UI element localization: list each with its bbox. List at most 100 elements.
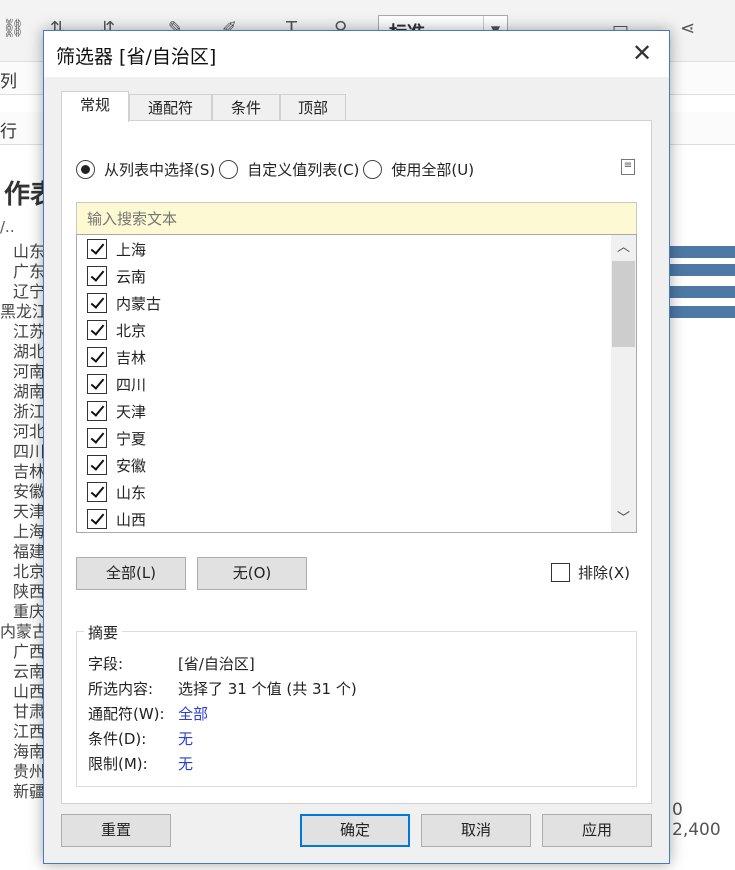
list-item-label: 四川 xyxy=(116,375,147,394)
list-item[interactable]: 天津 xyxy=(87,399,146,423)
checkbox[interactable] xyxy=(87,482,107,502)
province-row-label[interactable]: 北京 xyxy=(0,562,45,582)
checkbox[interactable] xyxy=(87,374,107,394)
cancel-button[interactable]: 取消 xyxy=(421,814,531,847)
checkbox[interactable] xyxy=(87,428,107,448)
bar[interactable] xyxy=(670,306,735,318)
province-row-label[interactable]: 湖南 xyxy=(0,382,45,402)
province-row-label[interactable]: 浙江 xyxy=(0,402,45,422)
select-from-list-label[interactable]: 从列表中选择(S) xyxy=(104,159,215,180)
bar[interactable] xyxy=(670,264,735,276)
search-input[interactable] xyxy=(76,202,637,235)
value-list: 上海 云南 内蒙古 北京 吉林 四川 天津 宁夏 安徽 山东 山西 ︿ ﹀ xyxy=(76,234,637,533)
province-row-label[interactable]: 山东 xyxy=(0,242,45,262)
province-row-label[interactable]: 陕西 xyxy=(0,582,45,602)
tab-wildcard[interactable]: 通配符 xyxy=(129,94,212,121)
reset-button[interactable]: 重置 xyxy=(61,814,171,847)
select-from-list-radio[interactable] xyxy=(76,159,95,179)
province-row-label[interactable]: 甘肃 xyxy=(0,702,45,722)
list-item-label: 吉林 xyxy=(116,348,147,367)
chevron-up-icon[interactable]: ︿ xyxy=(611,237,636,259)
ok-button[interactable]: 确定 xyxy=(300,814,410,847)
province-row-label[interactable]: 福建 xyxy=(0,542,45,562)
province-row-label[interactable]: 云南 xyxy=(0,662,45,682)
list-item[interactable]: 山西 xyxy=(87,507,146,531)
province-row-label[interactable]: 重庆 xyxy=(0,602,45,622)
summary-key: 限制(M): xyxy=(88,755,148,773)
list-item[interactable]: 山东 xyxy=(87,480,146,504)
list-item[interactable]: 安徽 xyxy=(87,453,146,477)
checkbox[interactable] xyxy=(87,401,107,421)
province-row-label[interactable]: 贵州 xyxy=(0,762,45,782)
select-all-button[interactable]: 全部(L) xyxy=(76,557,186,590)
use-all-radio[interactable] xyxy=(363,159,383,179)
custom-value-list-radio[interactable] xyxy=(219,159,239,179)
scroll-thumb[interactable] xyxy=(612,261,635,347)
province-row-label[interactable]: 山西 xyxy=(0,682,45,702)
custom-value-list-label[interactable]: 自定义值列表(C) xyxy=(247,159,359,180)
apply-button[interactable]: 应用 xyxy=(542,814,652,847)
list-item[interactable]: 北京 xyxy=(87,318,146,342)
close-icon[interactable]: ✕ xyxy=(627,39,657,69)
checkbox[interactable] xyxy=(87,347,107,367)
province-row-label[interactable]: 新疆 xyxy=(0,782,45,802)
checkbox[interactable] xyxy=(87,320,107,340)
checkbox[interactable] xyxy=(87,455,107,475)
province-row-label[interactable]: 吉林 xyxy=(0,462,45,482)
province-row-label[interactable]: 河南 xyxy=(0,362,45,382)
list-item-label: 内蒙古 xyxy=(116,294,162,313)
list-item[interactable]: 吉林 xyxy=(87,345,146,369)
province-row-label[interactable]: 天津 xyxy=(0,502,45,522)
summary-condition-link[interactable]: 无 xyxy=(178,729,193,749)
list-scrollbar[interactable]: ︿ ﹀ xyxy=(611,235,636,532)
tab-top[interactable]: 顶部 xyxy=(280,94,346,121)
checkbox[interactable] xyxy=(87,293,107,313)
list-item[interactable]: 上海 xyxy=(87,237,146,261)
province-row-label[interactable]: 四川 xyxy=(0,442,45,462)
list-item[interactable]: 内蒙古 xyxy=(87,291,161,315)
bar[interactable] xyxy=(670,286,735,298)
columns-shelf-label: 列 xyxy=(0,72,17,92)
province-row-label[interactable]: 广西 xyxy=(0,642,45,662)
province-column-header[interactable]: /.. xyxy=(0,218,15,236)
province-row-label[interactable]: 江苏 xyxy=(0,322,45,342)
summary-limit-link[interactable]: 无 xyxy=(178,754,193,774)
summary-wildcard-link[interactable]: 全部 xyxy=(178,704,208,724)
checkbox[interactable] xyxy=(87,509,107,529)
dialog-title-bar[interactable]: 筛选器 [省/自治区] ✕ xyxy=(44,31,669,77)
province-row-label[interactable]: 上海 xyxy=(0,522,45,542)
filter-dialog: 筛选器 [省/自治区] ✕ 常规 通配符 条件 顶部 从列表中选择(S) 自定义… xyxy=(43,30,670,864)
list-item-label: 山西 xyxy=(116,510,147,529)
exclude-checkbox[interactable] xyxy=(551,563,570,582)
use-all-label[interactable]: 使用全部(U) xyxy=(391,159,474,180)
link-icon[interactable]: ⛓ xyxy=(2,18,25,39)
tab-general[interactable]: 常规 xyxy=(61,91,129,122)
summary-value: 选择了 31 个值 (共 31 个) xyxy=(178,680,357,698)
province-row-labels: 山东 广东 辽宁 黑龙江 江苏 湖北 河南 湖南 浙江 河北 四川 吉林 安徽 天津 上海 福建 北京 陕西 重庆内… xyxy=(0,242,45,802)
checkbox[interactable] xyxy=(87,266,107,286)
province-row-label[interactable]: 安徽 xyxy=(0,482,45,502)
province-row-label[interactable]: 江西 xyxy=(0,722,45,742)
select-none-button[interactable]: 无(O) xyxy=(197,557,307,590)
list-item[interactable]: 四川 xyxy=(87,372,146,396)
province-row-label[interactable]: 海南 xyxy=(0,742,45,762)
tab-condition[interactable]: 条件 xyxy=(212,94,280,121)
list-item-label: 上海 xyxy=(116,240,147,259)
share-icon[interactable]: ⋖ xyxy=(680,18,695,39)
list-menu-icon[interactable]: ≡ xyxy=(621,159,635,175)
list-item[interactable]: 云南 xyxy=(87,264,146,288)
dialog-title: 筛选器 [省/自治区] xyxy=(56,46,217,68)
province-row-label[interactable]: 河北 xyxy=(0,422,45,442)
list-item[interactable]: 宁夏 xyxy=(87,426,146,450)
province-row-label[interactable]: 湖北 xyxy=(0,342,45,362)
chevron-down-icon[interactable]: ﹀ xyxy=(611,508,636,530)
exclude-option[interactable]: 排除(X) xyxy=(551,562,630,583)
province-row-label[interactable]: 广东 xyxy=(0,262,45,282)
checkbox[interactable] xyxy=(87,239,107,259)
province-row-label[interactable]: 黑龙江 xyxy=(0,302,45,322)
exclude-label[interactable]: 排除(X) xyxy=(578,562,630,583)
summary-key: 所选内容: xyxy=(88,680,154,698)
province-row-label[interactable]: 辽宁 xyxy=(0,282,45,302)
bar[interactable] xyxy=(670,246,735,258)
province-row-label[interactable]: 内蒙古 xyxy=(0,622,45,642)
